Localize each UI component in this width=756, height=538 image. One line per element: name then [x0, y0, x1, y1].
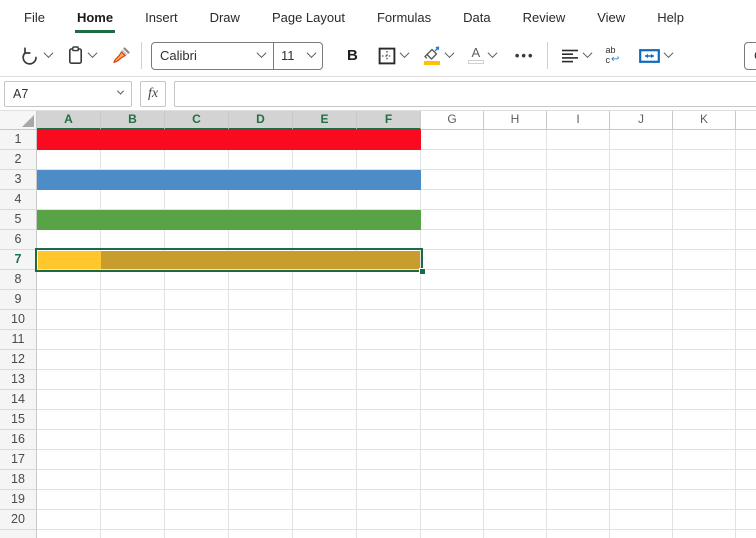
tab-home[interactable]: Home: [61, 0, 129, 35]
fill-handle[interactable]: [419, 268, 426, 275]
wrap-text-bottom: c: [605, 54, 611, 65]
format-painter-icon: [111, 46, 131, 65]
font-color-icon: A: [467, 45, 484, 64]
sheet: ABCDEFGHIJK 1 2 3 4 5 6 7 8 9 10 11 12 13 14 15 16 17 18 1…: [0, 111, 756, 538]
bold-button[interactable]: B: [341, 45, 364, 66]
tab-review[interactable]: Review: [507, 0, 582, 35]
fills-overlay: [0, 111, 756, 538]
menu-tabs: File Home Insert Draw Page Layout Formulas Dat…: [8, 0, 700, 35]
tab-insert[interactable]: Insert: [129, 0, 194, 35]
font-color-letter: A: [471, 45, 481, 60]
align-icon: [561, 48, 579, 64]
merge-dropdown-chevron-icon[interactable]: [663, 47, 674, 58]
fill-color-icon: [423, 46, 441, 65]
fill-color-dropdown-chevron-icon[interactable]: [444, 47, 455, 58]
font-name-chevron-icon: [256, 47, 267, 58]
tab-view[interactable]: View: [581, 0, 641, 35]
more-font-options-button[interactable]: •••: [515, 48, 535, 63]
clipboard-icon: [67, 46, 84, 65]
format-painter-button[interactable]: [107, 43, 135, 68]
number-format-select[interactable]: G: [744, 42, 756, 70]
tab-file[interactable]: File: [8, 0, 61, 35]
fill-row1-a-f: [37, 130, 421, 150]
font-color-button[interactable]: A: [464, 44, 500, 67]
name-box-chevron-icon: [116, 87, 125, 95]
undo-dropdown-chevron-icon[interactable]: [43, 47, 54, 58]
tab-help[interactable]: Help: [641, 0, 700, 35]
font-size-select[interactable]: 11: [274, 43, 322, 69]
fill-color-swatch: [423, 61, 440, 65]
formula-input[interactable]: [174, 80, 756, 107]
paste-button[interactable]: [63, 43, 100, 68]
font-name-value: Calibri: [160, 48, 197, 63]
toolbar-separator: [141, 42, 142, 69]
font-name-select[interactable]: Calibri: [152, 42, 274, 69]
tab-data[interactable]: Data: [447, 0, 506, 35]
paste-dropdown-chevron-icon[interactable]: [87, 47, 98, 58]
undo-button[interactable]: [16, 43, 56, 68]
fill-color-button[interactable]: [419, 43, 457, 68]
alignment-dropdown-chevron-icon[interactable]: [582, 47, 592, 58]
tab-page-layout[interactable]: Page Layout: [256, 0, 361, 35]
fill-row3-a-f: [37, 170, 421, 190]
insert-function-button[interactable]: fx: [140, 80, 166, 107]
formula-bar: A7 fx: [0, 77, 756, 111]
fill-row5-a-f: [37, 210, 421, 230]
name-box-value: A7: [13, 86, 29, 101]
font-group: Calibri 11: [151, 41, 323, 70]
name-box[interactable]: A7: [4, 80, 132, 107]
font-size-chevron-icon: [306, 47, 317, 58]
alignment-button[interactable]: [557, 45, 595, 67]
wrap-text-button[interactable]: ab c ↩: [602, 43, 624, 68]
selection-box: [35, 248, 423, 272]
borders-dropdown-chevron-icon[interactable]: [399, 47, 410, 58]
merge-center-button[interactable]: [635, 45, 676, 67]
font-color-dropdown-chevron-icon[interactable]: [487, 47, 498, 58]
wrap-text-icon: ab c ↩: [606, 46, 620, 65]
undo-icon: [20, 46, 40, 65]
borders-icon: [378, 47, 396, 65]
toolbar-separator-2: [546, 42, 548, 69]
merge-cells-icon: [639, 48, 661, 64]
menu-bar: File Home Insert Draw Page Layout Formulas Dat…: [0, 0, 756, 35]
borders-button[interactable]: [374, 44, 412, 68]
tab-formulas[interactable]: Formulas: [361, 0, 447, 35]
font-size-value: 11: [281, 48, 295, 63]
font-color-swatch: [467, 60, 484, 64]
tab-draw[interactable]: Draw: [194, 0, 256, 35]
wrap-return-arrow-icon: ↩: [611, 54, 620, 65]
toolbar: Calibri 11 B A ••• ab c ↩: [0, 35, 756, 77]
